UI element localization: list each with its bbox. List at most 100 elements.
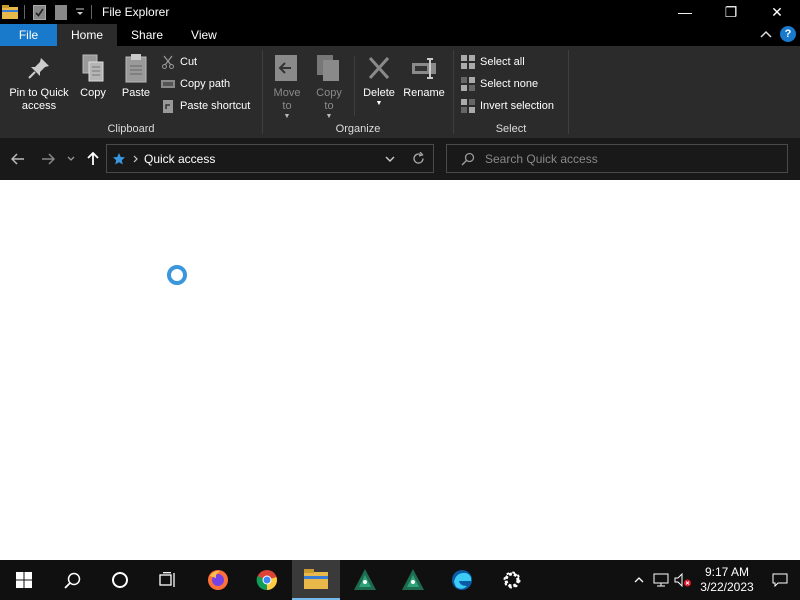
delete-label: Delete <box>363 87 395 99</box>
notification-icon <box>772 573 788 587</box>
pin-icon <box>28 58 49 79</box>
triangle-app-icon <box>402 569 424 590</box>
tab-file[interactable]: File <box>0 24 57 46</box>
task-view-button[interactable] <box>144 560 192 600</box>
file-explorer-taskbar-button[interactable] <box>292 560 340 600</box>
chevron-down-icon: ▼ <box>375 100 383 107</box>
edge-taskbar-button[interactable] <box>438 560 486 600</box>
arrow-left-icon <box>11 153 24 165</box>
task-view-icon <box>159 572 175 587</box>
expand-ribbon-icon[interactable] <box>760 27 772 41</box>
select-none-icon <box>461 77 475 91</box>
customize-toolbar-icon[interactable] <box>75 4 85 20</box>
divider <box>568 50 569 134</box>
tab-home[interactable]: Home <box>57 24 118 46</box>
organize-group-label: Organize <box>335 123 381 135</box>
volume-button[interactable] <box>672 560 694 600</box>
loading-spinner-icon <box>167 265 187 285</box>
title-bar: File Explorer — ❐ ✕ <box>0 0 800 24</box>
cortana-icon <box>112 572 128 588</box>
paste-shortcut-button[interactable]: Paste shortcut <box>161 97 250 115</box>
ribbon: Pin to Quick access Copy Paste Cut Copy … <box>0 46 800 138</box>
select-all-icon <box>461 55 475 69</box>
cut-button[interactable]: Cut <box>161 53 197 71</box>
address-bar[interactable]: Quick access <box>106 144 434 173</box>
rename-icon <box>412 58 436 79</box>
rename-button[interactable]: Rename <box>402 52 446 100</box>
paste-shortcut-icon <box>163 100 173 113</box>
forward-button[interactable] <box>39 150 57 168</box>
cut-label: Cut <box>180 56 198 68</box>
refresh-icon[interactable] <box>412 152 425 165</box>
divider <box>354 56 355 116</box>
network-button[interactable] <box>650 560 672 600</box>
rename-label: Rename <box>403 87 445 99</box>
delete-button[interactable]: Delete ▼ <box>360 52 398 108</box>
select-none-button[interactable]: Select none <box>461 75 538 93</box>
copy-button[interactable]: Copy <box>76 52 110 100</box>
invert-selection-button[interactable]: Invert selection <box>461 97 554 115</box>
show-hidden-icons-button[interactable] <box>628 560 650 600</box>
invert-selection-label: Invert selection <box>480 100 554 112</box>
content-pane[interactable] <box>0 180 800 560</box>
arrow-right-icon <box>42 153 55 165</box>
copy-path-label: Copy path <box>180 78 231 90</box>
search-box[interactable]: Search Quick access <box>446 144 788 173</box>
new-folder-icon[interactable] <box>53 4 69 20</box>
maximize-button[interactable]: ❐ <box>708 0 754 24</box>
delete-icon <box>368 56 390 80</box>
select-all-button[interactable]: Select all <box>461 53 525 71</box>
move-to-button[interactable]: Move to ▼ <box>269 52 305 121</box>
paste-button[interactable]: Paste <box>118 52 154 100</box>
search-button[interactable] <box>48 560 96 600</box>
copy-to-button[interactable]: Copy to ▼ <box>311 52 347 121</box>
ribbon-controls: ? <box>760 26 796 42</box>
paste-shortcut-label: Paste shortcut <box>180 100 251 112</box>
paste-label: Paste <box>121 87 151 99</box>
move-to-label-line2: to <box>282 100 292 112</box>
up-button[interactable] <box>84 150 102 168</box>
address-history-chevron-icon[interactable] <box>385 156 395 163</box>
copy-label: Copy <box>80 87 106 99</box>
chevron-up-icon <box>634 577 644 583</box>
chrome-taskbar-button[interactable] <box>243 560 291 600</box>
address-text: Quick access <box>144 151 216 166</box>
ribbon-tabs: File Home Share View ? <box>0 24 800 46</box>
triangle-app-icon <box>354 569 376 590</box>
move-to-icon <box>275 55 297 81</box>
select-group: Select all Select none Invert selection … <box>454 46 568 138</box>
select-group-label: Select <box>495 123 527 135</box>
move-to-label-line1: Move <box>273 87 301 99</box>
invert-selection-icon <box>461 99 475 113</box>
notifications-button[interactable] <box>760 560 800 600</box>
edge-icon <box>452 570 472 590</box>
app-taskbar-button-1[interactable] <box>341 560 389 600</box>
copy-to-label-line2: to <box>324 100 334 112</box>
clock-time: 9:17 AM <box>704 565 750 579</box>
start-button[interactable] <box>0 560 48 600</box>
cortana-button[interactable] <box>96 560 144 600</box>
copy-path-button[interactable]: Copy path <box>161 75 230 93</box>
properties-icon[interactable] <box>31 4 47 20</box>
tab-share[interactable]: Share <box>117 24 177 46</box>
firefox-icon <box>208 570 228 590</box>
organize-group: Move to ▼ Copy to ▼ Delete ▼ Rename Orga… <box>263 46 453 138</box>
network-icon <box>653 573 669 587</box>
app-taskbar-button-2[interactable] <box>389 560 437 600</box>
firefox-taskbar-button[interactable] <box>194 560 242 600</box>
copy-to-label-line1: Copy <box>316 87 342 99</box>
tab-view[interactable]: View <box>177 24 231 46</box>
clock[interactable]: 9:17 AM 3/22/2023 <box>694 565 760 595</box>
settings-taskbar-button[interactable] <box>488 560 536 600</box>
window-controls: — ❐ ✕ <box>662 0 800 24</box>
recent-locations-button[interactable] <box>64 150 78 168</box>
close-button[interactable]: ✕ <box>754 0 800 24</box>
clipboard-group: Pin to Quick access Copy Paste Cut Copy … <box>0 46 262 138</box>
pin-label-line1: Pin to Quick <box>9 87 69 99</box>
minimize-button[interactable]: — <box>662 0 708 24</box>
gear-icon <box>503 571 521 589</box>
help-icon[interactable]: ? <box>780 26 796 42</box>
chevron-down-icon: ▼ <box>325 113 333 120</box>
back-button[interactable] <box>9 150 27 168</box>
pin-to-quick-access-button[interactable]: Pin to Quick access <box>6 52 72 113</box>
